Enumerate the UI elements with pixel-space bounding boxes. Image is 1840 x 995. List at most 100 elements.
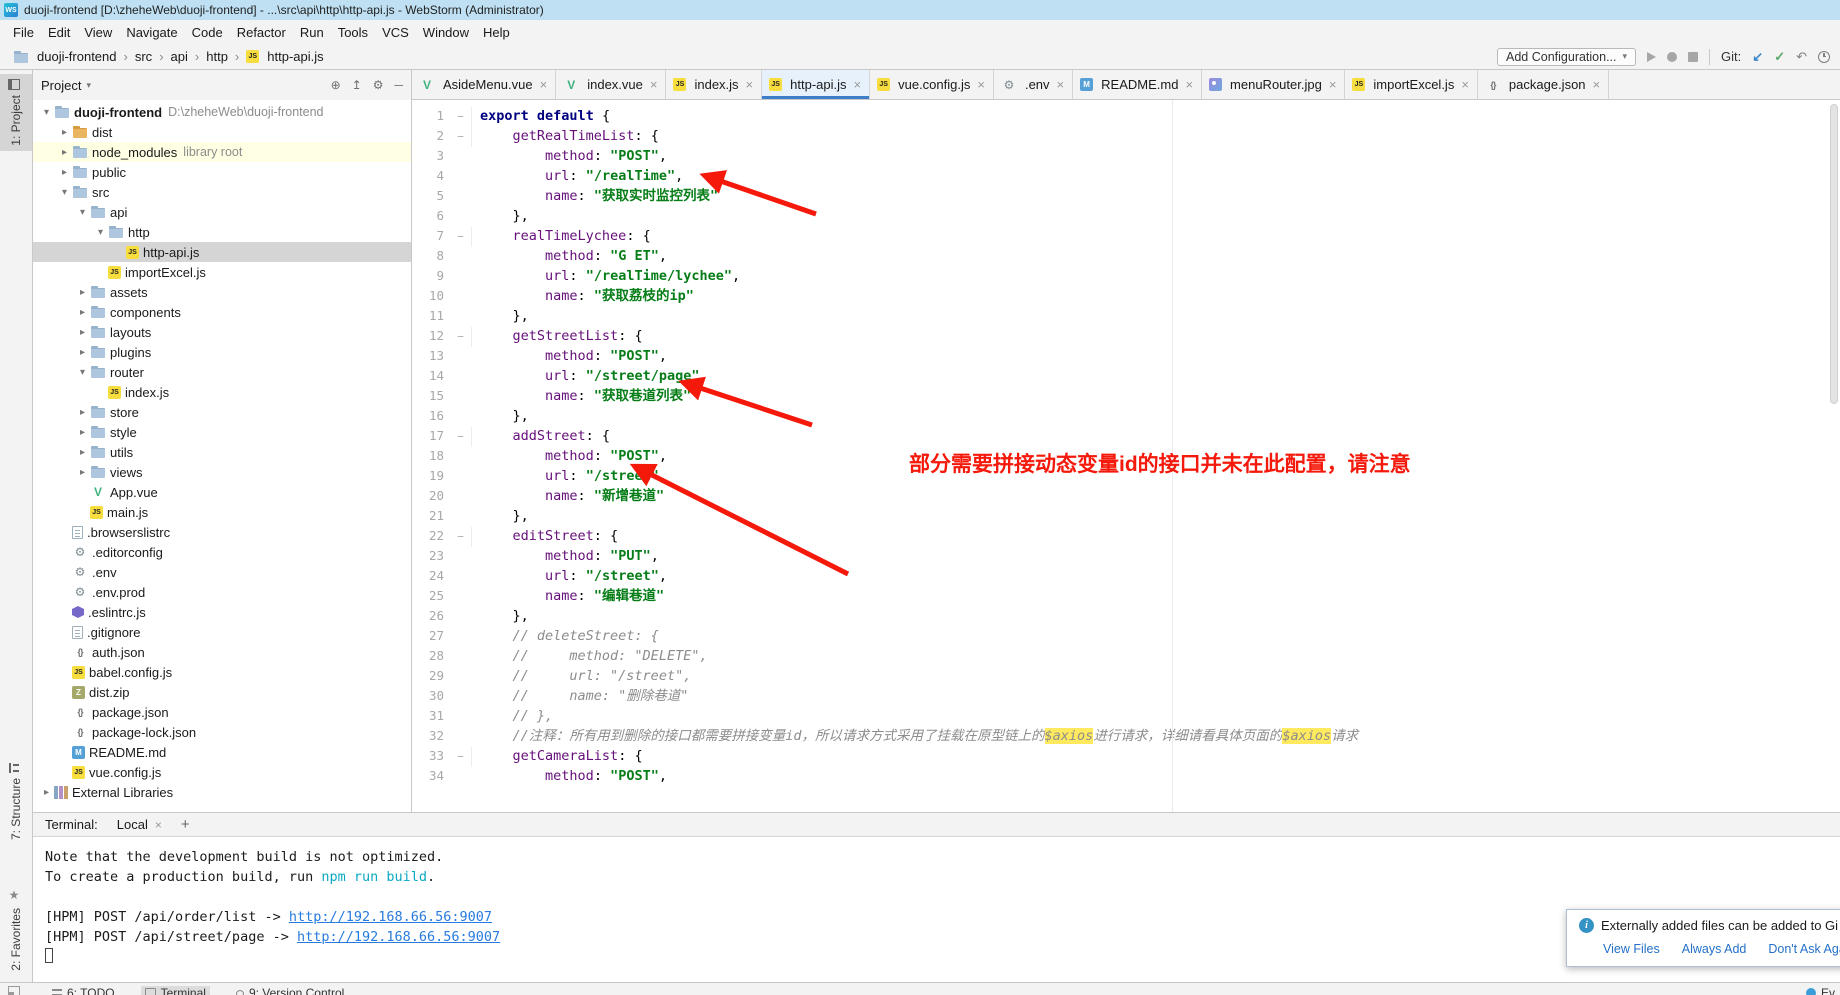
chevron-right-icon[interactable]: ▸	[57, 127, 72, 138]
tree-item-node-modules[interactable]: ▸node_modules library root	[33, 142, 411, 162]
tree-item-main-js[interactable]: JSmain.js	[33, 502, 411, 522]
close-icon[interactable]: ×	[1057, 77, 1065, 92]
menu-help[interactable]: Help	[476, 22, 517, 43]
breadcrumb-http[interactable]: http	[203, 48, 231, 65]
tree-item-api[interactable]: ▾api	[33, 202, 411, 222]
menu-window[interactable]: Window	[416, 22, 476, 43]
notification-action-always-add[interactable]: Always Add	[1682, 942, 1747, 956]
tree-item-style[interactable]: ▸style	[33, 422, 411, 442]
tree-item-dist[interactable]: ▸dist	[33, 122, 411, 142]
close-icon[interactable]: ×	[1185, 77, 1193, 92]
menu-navigate[interactable]: Navigate	[119, 22, 184, 43]
close-icon[interactable]: ×	[540, 77, 548, 92]
close-icon[interactable]: ×	[746, 77, 754, 92]
terminal-tab-local[interactable]: Local ×	[112, 816, 167, 833]
tree-item-vue-config-js[interactable]: JSvue.config.js	[33, 762, 411, 782]
chevron-down-icon[interactable]: ▾	[75, 207, 90, 218]
settings-gear-icon[interactable]: ⚙	[373, 78, 384, 92]
tree-item-package-lock-json[interactable]: {}package-lock.json	[33, 722, 411, 742]
breadcrumb-src[interactable]: src	[132, 48, 155, 65]
tree-item-public[interactable]: ▸public	[33, 162, 411, 182]
git-commit-icon[interactable]: ✓	[1774, 49, 1785, 65]
fold-icon[interactable]: −	[450, 747, 472, 767]
tree-item-plugins[interactable]: ▸plugins	[33, 342, 411, 362]
terminal-link[interactable]: http://192.168.66.56:9007	[297, 929, 500, 945]
menu-view[interactable]: View	[77, 22, 119, 43]
git-update-icon[interactable]: ↙	[1752, 49, 1763, 65]
editor-scrollbar[interactable]	[1828, 100, 1840, 812]
breadcrumb-http-api-js[interactable]: JShttp-api.js	[243, 48, 326, 65]
tree-item-assets[interactable]: ▸assets	[33, 282, 411, 302]
fold-icon[interactable]: −	[450, 427, 472, 447]
tree-item-eslintrc-js[interactable]: .eslintrc.js	[33, 602, 411, 622]
tab-vue-config-js[interactable]: JSvue.config.js×	[870, 70, 994, 99]
tree-item-babel-config-js[interactable]: JSbabel.config.js	[33, 662, 411, 682]
chevron-right-icon[interactable]: ▸	[57, 167, 72, 178]
chevron-down-icon[interactable]: ▾	[93, 227, 108, 238]
tree-item-dist-zip[interactable]: Zdist.zip	[33, 682, 411, 702]
close-icon[interactable]: ×	[1461, 77, 1469, 92]
breadcrumb-duoji-frontend[interactable]: duoji-frontend	[10, 48, 120, 66]
close-icon[interactable]: ×	[1593, 77, 1601, 92]
fold-icon[interactable]: −	[450, 327, 472, 347]
tree-item-index-js[interactable]: JSindex.js	[33, 382, 411, 402]
tab-menurouter-jpg[interactable]: menuRouter.jpg×	[1202, 70, 1345, 99]
locate-file-icon[interactable]: ⊕	[331, 78, 341, 92]
close-icon[interactable]: ×	[977, 77, 985, 92]
menu-refactor[interactable]: Refactor	[230, 22, 293, 43]
chevron-down-icon[interactable]: ▾	[57, 187, 72, 198]
tree-item-views[interactable]: ▸views	[33, 462, 411, 482]
terminal-link[interactable]: http://192.168.66.56:9007	[289, 909, 492, 925]
menu-run[interactable]: Run	[293, 22, 331, 43]
tab-index-js[interactable]: JSindex.js×	[666, 70, 762, 99]
menu-tools[interactable]: Tools	[331, 22, 375, 43]
tree-item-layouts[interactable]: ▸layouts	[33, 322, 411, 342]
history-icon[interactable]	[1818, 51, 1830, 63]
debug-button[interactable]	[1667, 52, 1677, 62]
tree-item-app-vue[interactable]: VApp.vue	[33, 482, 411, 502]
close-icon[interactable]: ×	[1329, 77, 1337, 92]
chevron-right-icon[interactable]: ▸	[75, 287, 90, 298]
tab-importexcel-js[interactable]: JSimportExcel.js×	[1345, 70, 1478, 99]
close-icon[interactable]: ×	[650, 77, 658, 92]
status-9-version-control[interactable]: 9: Version Control	[232, 986, 348, 995]
tree-item-store[interactable]: ▸store	[33, 402, 411, 422]
chevron-right-icon[interactable]: ▸	[75, 347, 90, 358]
menu-code[interactable]: Code	[185, 22, 230, 43]
tab-http-api-js[interactable]: JShttp-api.js×	[762, 70, 870, 99]
fold-icon[interactable]: −	[450, 107, 472, 127]
tool-button-2-favorites[interactable]: ★2: Favorites	[0, 882, 32, 976]
run-button[interactable]	[1647, 52, 1656, 62]
tree-item-auth-json[interactable]: {}auth.json	[33, 642, 411, 662]
chevron-down-icon[interactable]: ▾	[75, 367, 90, 378]
chevron-right-icon[interactable]: ▸	[75, 307, 90, 318]
tree-item-components[interactable]: ▸components	[33, 302, 411, 322]
chevron-right-icon[interactable]: ▸	[75, 427, 90, 438]
chevron-down-icon[interactable]: ▾	[39, 107, 54, 118]
tree-item-http[interactable]: ▾http	[33, 222, 411, 242]
tree-item-router[interactable]: ▾router	[33, 362, 411, 382]
notification-action-view-files[interactable]: View Files	[1603, 942, 1660, 956]
tree-item-package-json[interactable]: {}package.json	[33, 702, 411, 722]
chevron-right-icon[interactable]: ▸	[39, 787, 54, 798]
chevron-right-icon[interactable]: ▸	[75, 407, 90, 418]
tree-item-http-api-js[interactable]: JShttp-api.js	[33, 242, 411, 262]
tree-item-gitignore[interactable]: .gitignore	[33, 622, 411, 642]
close-icon[interactable]: ×	[155, 818, 162, 832]
status-6-todo[interactable]: 6: TODO	[48, 986, 119, 995]
status-terminal[interactable]: Terminal	[141, 986, 210, 995]
tool-button-7-structure[interactable]: 7: Structure	[0, 758, 32, 845]
tree-item-utils[interactable]: ▸utils	[33, 442, 411, 462]
fold-icon[interactable]: −	[450, 227, 472, 247]
tree-item-readme-md[interactable]: MREADME.md	[33, 742, 411, 762]
project-panel-title[interactable]: Project	[41, 78, 81, 93]
breadcrumb-api[interactable]: api	[168, 48, 191, 65]
tree-item-duoji-frontend[interactable]: ▾duoji-frontend D:\zheheWeb\duoji-fronte…	[33, 102, 411, 122]
git-revert-icon[interactable]: ↶	[1796, 49, 1807, 65]
tree-item-src[interactable]: ▾src	[33, 182, 411, 202]
close-icon[interactable]: ×	[854, 77, 862, 92]
event-log-item[interactable]: Ev	[1806, 986, 1835, 995]
tab-index-vue[interactable]: Vindex.vue×	[556, 70, 666, 99]
chevron-right-icon[interactable]: ▸	[75, 447, 90, 458]
hide-panel-icon[interactable]: ─	[394, 78, 403, 92]
